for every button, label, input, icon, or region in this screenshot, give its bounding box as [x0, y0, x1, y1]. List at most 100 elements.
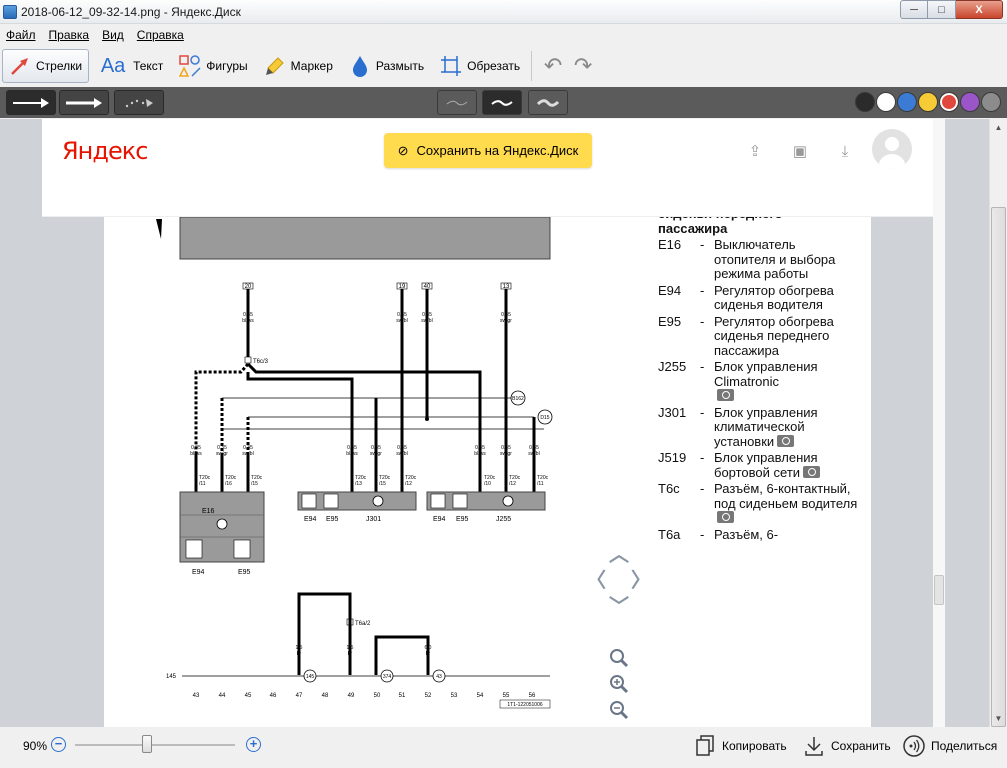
- crop-icon: [440, 55, 462, 77]
- maximize-button[interactable]: □: [928, 0, 956, 19]
- svg-text:48: 48: [322, 693, 329, 699]
- tool-arrows[interactable]: Стрелки: [2, 49, 90, 83]
- legend-code: T6c: [658, 481, 680, 496]
- zoom-slider-thumb[interactable]: [142, 735, 152, 753]
- reference-code: 1T1-122051006: [507, 702, 543, 708]
- copy-label: Копировать: [722, 739, 787, 753]
- wiring-diagram: 20 19 40 13 0,35 bl/ws 0,35 sw/bl 0,35 s…: [156, 217, 553, 709]
- color-white[interactable]: [876, 92, 896, 112]
- label-e95-left: E95: [238, 569, 251, 576]
- scroll-up-icon[interactable]: ▲: [990, 119, 1007, 136]
- save-button[interactable]: Сохранить: [802, 733, 891, 759]
- window-controls: ─ □ X: [900, 0, 1003, 19]
- svg-text:sw/bl: sw/bl: [396, 318, 407, 324]
- zoom-out-icon[interactable]: [608, 699, 630, 721]
- zoom-out-button[interactable]: −: [51, 737, 66, 752]
- share-upload-icon[interactable]: ⇪: [745, 141, 765, 161]
- svg-text:br: br: [426, 651, 431, 657]
- svg-text:43: 43: [436, 674, 442, 680]
- inner-scroll-thumb[interactable]: [934, 575, 944, 605]
- arrow-icon: [9, 55, 31, 77]
- avatar[interactable]: [872, 129, 912, 169]
- vertical-scrollbar[interactable]: ▲ ▼: [989, 119, 1007, 727]
- color-red[interactable]: [939, 92, 959, 112]
- disk-icon: ⊘: [397, 142, 409, 158]
- legend-code: E94: [658, 282, 682, 298]
- image-canvas[interactable]: 20 19 40 13 0,35 bl/ws 0,35 sw/bl 0,35 s…: [0, 119, 989, 727]
- scroll-down-icon[interactable]: ▼: [990, 710, 1007, 727]
- legend-code: J255: [658, 359, 687, 374]
- menu-edit[interactable]: Правка: [49, 28, 90, 42]
- close-button[interactable]: X: [956, 0, 1003, 19]
- color-purple[interactable]: [960, 92, 980, 112]
- download-icon: [802, 734, 826, 758]
- zoom-in-button[interactable]: +: [246, 737, 261, 752]
- magnifier-icon[interactable]: [608, 647, 630, 669]
- blur-icon: [349, 55, 371, 77]
- line-thin[interactable]: [437, 90, 477, 115]
- undo-button[interactable]: ↶: [538, 51, 568, 81]
- svg-text:bl/ws: bl/ws: [242, 318, 254, 324]
- redo-button[interactable]: ↷: [568, 51, 598, 81]
- print-icon[interactable]: ▣: [790, 141, 810, 161]
- toolbar-divider: [531, 51, 533, 81]
- tool-crop[interactable]: Обрезать: [433, 49, 527, 83]
- camera-icon[interactable]: [717, 511, 734, 523]
- camera-icon[interactable]: [777, 434, 795, 447]
- marker-icon: [264, 55, 286, 77]
- tool-marker[interactable]: Маркер: [257, 49, 340, 83]
- splice-t6c3: T6c/3: [253, 359, 269, 365]
- arrow-style-dotted[interactable]: [114, 90, 164, 115]
- legend-row: J255 - Блок управления Climatronic: [658, 359, 858, 404]
- tool-shapes[interactable]: Фигуры: [172, 49, 254, 83]
- download-icon[interactable]: ⤓: [835, 141, 855, 161]
- save-label: Сохранить: [831, 739, 891, 753]
- legend-row: E94 - Регулятор обогрева сиденья водител…: [658, 282, 858, 313]
- top-component-block: [179, 217, 551, 260]
- zoom-slider[interactable]: [75, 744, 235, 746]
- tool-text[interactable]: Aa Текст: [91, 49, 170, 83]
- legend-code: E95: [658, 313, 682, 329]
- save-to-disk-button[interactable]: ⊘ Сохранить на Яндекс.Диск: [384, 133, 592, 168]
- legend-desc: Блок управления климатической установки: [714, 405, 858, 450]
- scroll-thumb[interactable]: [991, 207, 1006, 727]
- color-black[interactable]: [855, 92, 875, 112]
- copy-button[interactable]: Копировать: [693, 733, 787, 759]
- pan-left-icon[interactable]: 〈: [586, 564, 606, 593]
- svg-text:374: 374: [383, 674, 392, 680]
- title-bar: 2018-06-12_09-32-14.png - Яндекс.Диск ─ …: [0, 0, 1007, 24]
- camera-icon[interactable]: [717, 389, 734, 401]
- inner-scrollbar[interactable]: [933, 119, 945, 727]
- zoom-in-icon[interactable]: [608, 673, 630, 695]
- tool-arrows-label: Стрелки: [36, 59, 83, 73]
- color-blue[interactable]: [897, 92, 917, 112]
- svg-text:sw/bl: sw/bl: [528, 451, 539, 457]
- circle-d15: D15: [540, 415, 549, 421]
- share-button[interactable]: Поделиться: [902, 733, 997, 759]
- minimize-button[interactable]: ─: [900, 0, 928, 19]
- menu-view[interactable]: Вид: [102, 28, 124, 42]
- svg-text:/11: /11: [537, 481, 544, 487]
- yandex-logo[interactable]: Яндекс: [62, 137, 148, 165]
- style-bar: [0, 87, 1007, 118]
- pan-right-icon[interactable]: 〉: [631, 564, 651, 593]
- pan-up-icon[interactable]: ︿: [609, 538, 629, 567]
- edge-mark: [156, 219, 162, 239]
- color-yellow[interactable]: [918, 92, 938, 112]
- legend-code: J519: [658, 450, 687, 465]
- legend-dash: -: [700, 526, 705, 542]
- svg-text:sw/gr: sw/gr: [500, 451, 512, 457]
- line-thick[interactable]: [528, 90, 568, 115]
- arrow-style-thick[interactable]: [59, 90, 109, 115]
- tool-blur[interactable]: Размыть: [342, 49, 431, 83]
- line-medium[interactable]: [482, 90, 522, 115]
- menu-file[interactable]: Файл: [6, 28, 36, 42]
- arrow-style-solid[interactable]: [6, 90, 56, 115]
- pan-control: ︿ 〈 〉 ﹀: [584, 544, 654, 618]
- svg-text:/11: /11: [199, 481, 206, 487]
- svg-text:br: br: [348, 651, 353, 657]
- color-gray[interactable]: [981, 92, 1001, 112]
- menu-help[interactable]: Справка: [137, 28, 184, 42]
- pan-down-icon[interactable]: ﹀: [609, 590, 629, 619]
- camera-icon[interactable]: [803, 465, 821, 478]
